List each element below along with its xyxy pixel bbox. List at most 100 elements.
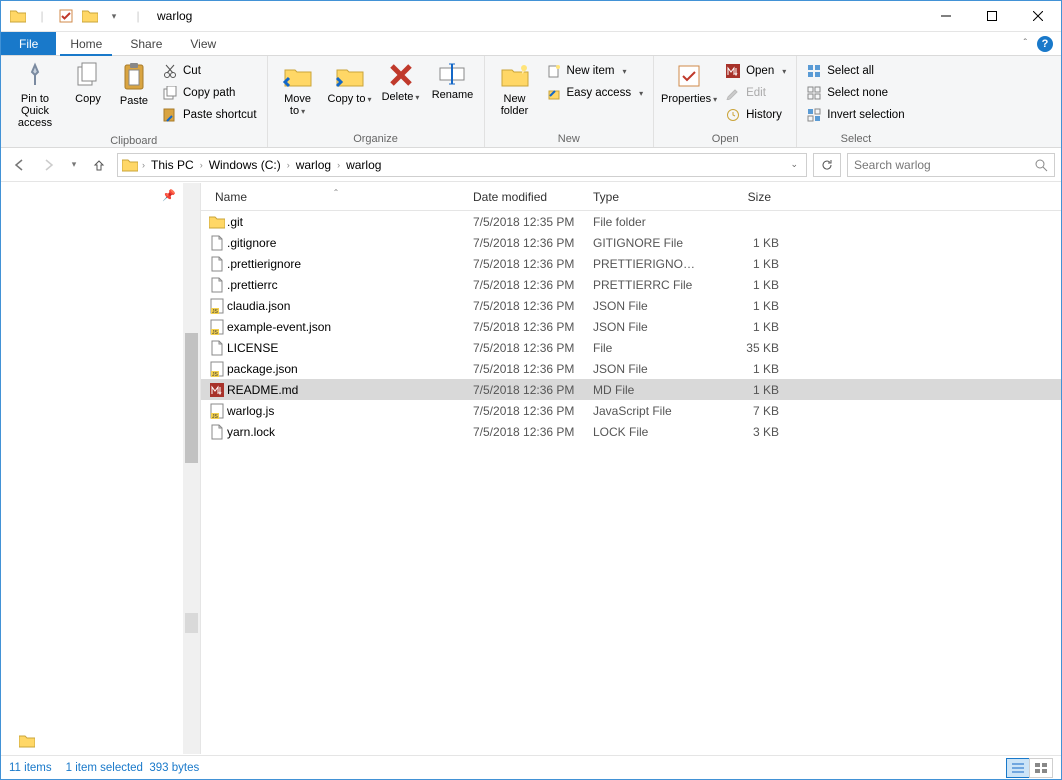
chevron-right-icon[interactable]: › (200, 160, 203, 170)
folder-icon (7, 5, 29, 27)
refresh-button[interactable] (813, 153, 841, 177)
delete-button[interactable]: Delete▾ (378, 60, 424, 105)
file-name: example-event.json (227, 320, 465, 334)
maximize-button[interactable] (969, 1, 1015, 32)
invert-selection-button[interactable]: Invert selection (803, 104, 908, 126)
move-to-button[interactable]: Move to▾ (274, 60, 322, 119)
copy-button[interactable]: Copy (67, 60, 109, 107)
close-button[interactable] (1015, 1, 1061, 32)
file-icon (207, 235, 227, 251)
file-row[interactable]: JSclaudia.json7/5/2018 12:36 PMJSON File… (201, 295, 1061, 316)
tab-home[interactable]: Home (56, 32, 116, 55)
navigation-row: ▾ › This PC › Windows (C:) › warlog › wa… (1, 148, 1061, 182)
address-bar[interactable]: › This PC › Windows (C:) › warlog › warl… (117, 153, 807, 177)
file-row[interactable]: README.md7/5/2018 12:36 PMMD File1 KB (201, 379, 1061, 400)
file-date: 7/5/2018 12:36 PM (465, 299, 585, 313)
folder-small-icon[interactable] (79, 5, 101, 27)
file-type: JSON File (585, 320, 703, 334)
navpane-scrollbar[interactable] (183, 183, 200, 754)
large-icons-view-button[interactable] (1029, 758, 1053, 778)
md-icon (207, 383, 227, 397)
sort-asc-icon: ⌃ (333, 188, 340, 197)
file-row[interactable]: yarn.lock7/5/2018 12:36 PMLOCK File3 KB (201, 421, 1061, 442)
file-name: claudia.json (227, 299, 465, 313)
rename-button[interactable]: Rename (428, 60, 478, 103)
file-row[interactable]: .prettierrc7/5/2018 12:36 PMPRETTIERRC F… (201, 274, 1061, 295)
column-size[interactable]: Size (703, 190, 779, 204)
file-row[interactable]: JSwarlog.js7/5/2018 12:36 PMJavaScript F… (201, 400, 1061, 421)
file-row[interactable]: .git7/5/2018 12:35 PMFile folder (201, 211, 1061, 232)
tab-share[interactable]: Share (116, 32, 176, 55)
column-date[interactable]: Date modified (465, 190, 585, 204)
tab-file[interactable]: File (1, 32, 56, 55)
pin-icon[interactable]: 📌 (162, 189, 176, 202)
tab-view[interactable]: View (176, 32, 230, 55)
select-none-icon (807, 86, 821, 100)
copy-to-button[interactable]: Copy to▾ (326, 60, 374, 107)
window-title: warlog (157, 9, 192, 23)
details-view-button[interactable] (1006, 758, 1030, 778)
breadcrumb-item[interactable]: warlog (344, 158, 383, 172)
file-type: JSON File (585, 362, 703, 376)
file-type: PRETTIERIGNORE ... (585, 257, 703, 271)
select-all-button[interactable]: Select all (803, 60, 908, 82)
chevron-right-icon[interactable]: › (287, 160, 290, 170)
group-label: Open (654, 133, 796, 147)
search-input[interactable]: Search warlog (847, 153, 1055, 177)
file-name: package.json (227, 362, 465, 376)
help-icon[interactable]: ? (1037, 36, 1053, 52)
search-placeholder: Search warlog (854, 158, 931, 172)
file-size: 1 KB (703, 236, 779, 250)
copy-path-button[interactable]: Copy path (159, 82, 261, 104)
paste-button[interactable]: Paste (113, 60, 155, 109)
file-row[interactable]: JSpackage.json7/5/2018 12:36 PMJSON File… (201, 358, 1061, 379)
search-icon[interactable] (1034, 158, 1048, 172)
properties-button[interactable]: Properties▾ (660, 60, 718, 107)
svg-text:JS: JS (212, 414, 219, 419)
open-md-icon (726, 64, 740, 78)
column-name[interactable]: Name⌃ (207, 190, 465, 204)
file-row[interactable]: .gitignore7/5/2018 12:36 PMGITIGNORE Fil… (201, 232, 1061, 253)
new-item-button[interactable]: New item▾ (543, 60, 648, 82)
file-name: .prettierrc (227, 278, 465, 292)
breadcrumb-item[interactable]: This PC (149, 158, 196, 172)
cut-button[interactable]: Cut (159, 60, 261, 82)
breadcrumb-item[interactable]: warlog (294, 158, 333, 172)
up-button[interactable] (87, 153, 111, 177)
scrollbar-thumb[interactable] (185, 333, 198, 463)
qat-customize-icon[interactable]: ▾ (103, 5, 125, 27)
column-type[interactable]: Type (585, 190, 703, 204)
window-controls (923, 1, 1061, 32)
pin-quick-access-button[interactable]: Pin to Quick access (7, 60, 63, 131)
easy-access-button[interactable]: Easy access▾ (543, 82, 648, 104)
back-button[interactable] (7, 153, 31, 177)
file-size: 3 KB (703, 425, 779, 439)
history-button[interactable]: History (722, 104, 790, 126)
ribbon-minimize-icon[interactable]: ˆ (1024, 38, 1027, 49)
file-type: JavaScript File (585, 404, 703, 418)
properties-check-icon[interactable] (55, 5, 77, 27)
select-none-button[interactable]: Select none (803, 82, 908, 104)
quick-access-toolbar: | ▾ | (1, 5, 149, 27)
navigation-pane[interactable]: 📌 ▲ (1, 183, 201, 754)
breadcrumb-item[interactable]: Windows (C:) (207, 158, 283, 172)
file-date: 7/5/2018 12:36 PM (465, 236, 585, 250)
chevron-right-icon[interactable]: › (337, 160, 340, 170)
file-row[interactable]: JSexample-event.json7/5/2018 12:36 PMJSO… (201, 316, 1061, 337)
folder-icon[interactable] (19, 734, 35, 748)
recent-locations-button[interactable]: ▾ (67, 153, 81, 177)
minimize-button[interactable] (923, 1, 969, 32)
scrollbar-thumb-small[interactable] (185, 613, 198, 633)
new-folder-button[interactable]: New folder (491, 60, 539, 119)
invert-selection-icon (807, 108, 821, 122)
file-row[interactable]: .prettierignore7/5/2018 12:36 PMPRETTIER… (201, 253, 1061, 274)
js-icon: JS (207, 319, 227, 335)
file-type: MD File (585, 383, 703, 397)
chevron-right-icon[interactable]: › (142, 160, 145, 170)
open-button[interactable]: Open▾ (722, 60, 790, 82)
address-dropdown-icon[interactable]: ⌄ (790, 159, 798, 170)
file-icon (207, 277, 227, 293)
paste-shortcut-button[interactable]: Paste shortcut (159, 104, 261, 126)
file-icon (207, 256, 227, 272)
file-row[interactable]: LICENSE7/5/2018 12:36 PMFile35 KB (201, 337, 1061, 358)
